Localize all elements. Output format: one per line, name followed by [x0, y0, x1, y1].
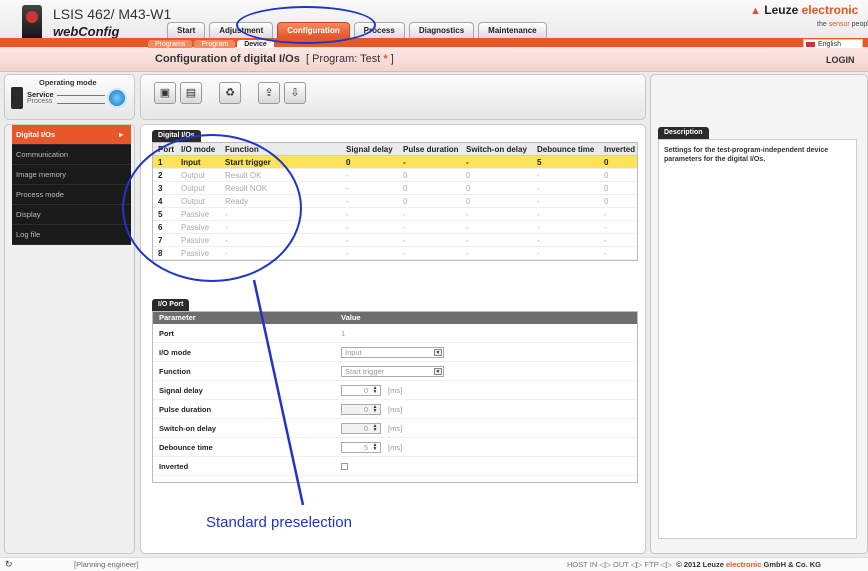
refresh-icon[interactable]: ↻: [5, 559, 13, 570]
annotation-pointer-line: [252, 279, 305, 506]
annotation-label: Standard preselection: [206, 514, 352, 531]
status-right: HOST IN ◁▷ OUT ◁▷ FTP ◁▷ © 2012 Leuze el…: [567, 560, 821, 569]
status-bar: ↻ [Planning engineer] HOST IN ◁▷ OUT ◁▷ …: [0, 557, 868, 571]
user-role: [Planning engineer]: [74, 560, 139, 569]
